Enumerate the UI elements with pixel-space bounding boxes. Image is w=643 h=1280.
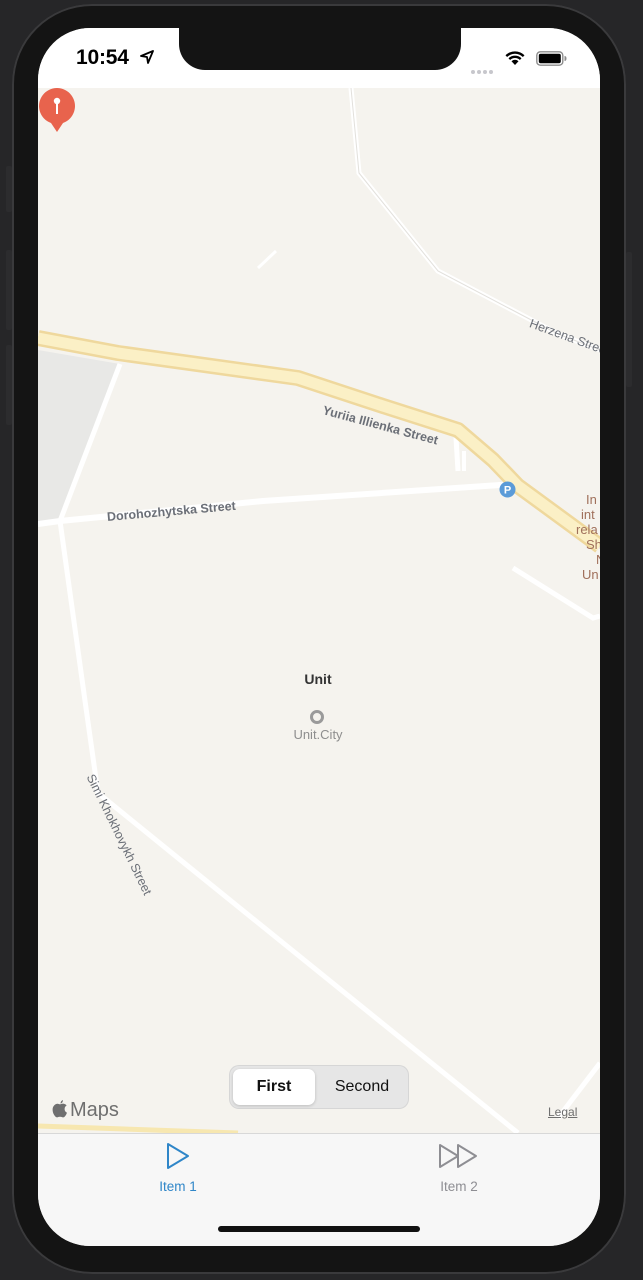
road-bottom	[38, 1123, 239, 1133]
play-icon	[167, 1143, 189, 1169]
side-button	[6, 345, 12, 425]
road-herzena	[348, 88, 600, 353]
tab-item-1[interactable]: Item 1	[118, 1142, 238, 1194]
notch	[179, 28, 461, 70]
tab-item-2-label: Item 2	[440, 1179, 478, 1194]
side-poi-label: In int rela Sh N Un	[576, 492, 600, 582]
battery-icon	[536, 51, 567, 66]
road-simi	[57, 363, 520, 1133]
map-canvas	[38, 88, 600, 1133]
side-poi-line: rela	[576, 522, 598, 537]
apple-logo-icon	[52, 1100, 67, 1118]
side-button	[6, 250, 12, 330]
segmented-control: First Second	[230, 1066, 408, 1108]
poi-label: Unit.City	[293, 727, 343, 742]
map-view[interactable]: Yuriia Illienka Street Dorohozhytska Str…	[38, 88, 600, 1133]
tab-item-1-label: Item 1	[159, 1179, 197, 1194]
poi-marker-icon[interactable]	[310, 710, 324, 724]
side-poi-line: int	[581, 507, 595, 522]
fast-forward-icon	[439, 1144, 477, 1168]
tab-item-2[interactable]: Item 2	[399, 1142, 519, 1194]
side-poi-line: N	[596, 552, 600, 567]
maps-brand: Maps	[52, 1099, 119, 1122]
road-connector	[453, 437, 461, 472]
segment-second[interactable]: Second	[318, 1069, 406, 1105]
road-herzena-edge	[350, 88, 600, 351]
side-poi-line: In	[586, 492, 597, 507]
side-poi-line: Sh	[586, 537, 600, 552]
map-area-gray	[38, 350, 120, 524]
side-button	[626, 252, 632, 387]
map-pin-icon[interactable]	[38, 88, 76, 134]
wifi-icon	[505, 51, 525, 65]
location-arrow-icon	[140, 50, 154, 64]
cellular-signal-icon	[471, 61, 495, 79]
legal-link[interactable]: Legal	[548, 1105, 577, 1119]
parking-icon[interactable]: P	[499, 481, 516, 498]
phone-screen: 10:54 Yuriia Illienka Street Dorohozhyts…	[38, 28, 600, 1246]
side-poi-line: Un	[582, 567, 599, 582]
home-indicator	[218, 1226, 420, 1232]
road-small	[256, 249, 278, 270]
map-pin-label: Unit	[304, 671, 332, 687]
maps-brand-text: Maps	[70, 1099, 119, 1121]
status-time: 10:54	[76, 46, 129, 69]
segment-first[interactable]: First	[233, 1069, 315, 1105]
parking-icon-letter: P	[504, 485, 511, 497]
side-button	[6, 166, 12, 212]
